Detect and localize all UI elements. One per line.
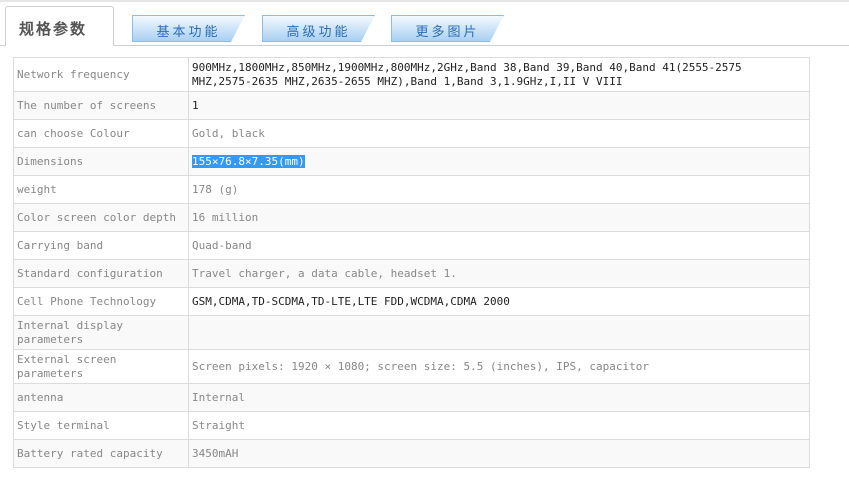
- tab-label: 规格参数: [19, 20, 88, 38]
- spec-row-color-depth: Color screen color depth 16 million: [13, 203, 810, 232]
- spec-key: Color screen color depth: [13, 203, 189, 232]
- spec-key: Style terminal: [13, 411, 189, 440]
- spec-value: 1: [188, 91, 810, 120]
- tab-advanced-functions[interactable]: 高级功能: [262, 15, 375, 42]
- spec-row-external-screen: External screen parameters Screen pixels…: [13, 349, 810, 384]
- tab-bar: 基本功能 高级功能 更多图片 规格参数: [0, 0, 849, 46]
- selected-text: 155×76.8×7.35(mm): [192, 154, 305, 168]
- spec-key: antenna: [13, 383, 189, 412]
- spec-row-cell-phone-technology: Cell Phone Technology GSM,CDMA,TD-SCDMA,…: [13, 287, 810, 316]
- spec-row-antenna: antenna Internal: [13, 383, 810, 412]
- spec-value: Internal: [188, 383, 810, 412]
- spec-key: The number of screens: [13, 91, 189, 120]
- spec-row-weight: weight 178 (g): [13, 175, 810, 204]
- spec-value: Travel charger, a data cable, headset 1.: [188, 259, 810, 288]
- spec-row-dimensions: Dimensions 155×76.8×7.35(mm): [13, 147, 810, 176]
- spec-key: Standard configuration: [13, 259, 189, 288]
- tab-specifications[interactable]: 规格参数: [5, 6, 114, 46]
- spec-value: [188, 315, 810, 350]
- spec-key: Carrying band: [13, 231, 189, 260]
- tab-label: 更多图片: [415, 25, 480, 40]
- spec-key: Battery rated capacity: [13, 439, 189, 468]
- spec-value: Gold, black: [188, 119, 810, 148]
- spec-key: Internal display parameters: [13, 315, 189, 350]
- spec-value: Straight: [188, 411, 810, 440]
- tab-more-images[interactable]: 更多图片: [391, 15, 504, 42]
- spec-table: Network frequency 900MHz,1800MHz,850MHz,…: [13, 57, 810, 468]
- spec-row-colour: can choose Colour Gold, black: [13, 119, 810, 148]
- tab-label: 高级功能: [286, 25, 351, 40]
- spec-value: Quad-band: [188, 231, 810, 260]
- spec-value: 178 (g): [188, 175, 810, 204]
- spec-key: can choose Colour: [13, 119, 189, 148]
- spec-key: Dimensions: [13, 147, 189, 176]
- spec-row-carrying-band: Carrying band Quad-band: [13, 231, 810, 260]
- spec-value: GSM,CDMA,TD-SCDMA,TD-LTE,LTE FDD,WCDMA,C…: [188, 287, 810, 316]
- spec-key: Network frequency: [13, 57, 189, 92]
- spec-row-network-frequency: Network frequency 900MHz,1800MHz,850MHz,…: [13, 57, 810, 92]
- spec-row-internal-display: Internal display parameters: [13, 315, 810, 350]
- tab-basic-functions[interactable]: 基本功能: [132, 15, 245, 42]
- spec-row-battery-capacity: Battery rated capacity 3450mAH: [13, 439, 810, 468]
- spec-row-number-of-screens: The number of screens 1: [13, 91, 810, 120]
- spec-key: External screen parameters: [13, 349, 189, 384]
- spec-value: 16 million: [188, 203, 810, 232]
- spec-value: 3450mAH: [188, 439, 810, 468]
- spec-key: weight: [13, 175, 189, 204]
- spec-value: 900MHz,1800MHz,850MHz,1900MHz,800MHz,2GH…: [188, 57, 810, 92]
- spec-key: Cell Phone Technology: [13, 287, 189, 316]
- spec-row-standard-configuration: Standard configuration Travel charger, a…: [13, 259, 810, 288]
- spec-row-style-terminal: Style terminal Straight: [13, 411, 810, 440]
- spec-value: Screen pixels: 1920 × 1080; screen size:…: [188, 349, 810, 384]
- tab-divider: [0, 45, 849, 46]
- tab-label: 基本功能: [156, 25, 221, 40]
